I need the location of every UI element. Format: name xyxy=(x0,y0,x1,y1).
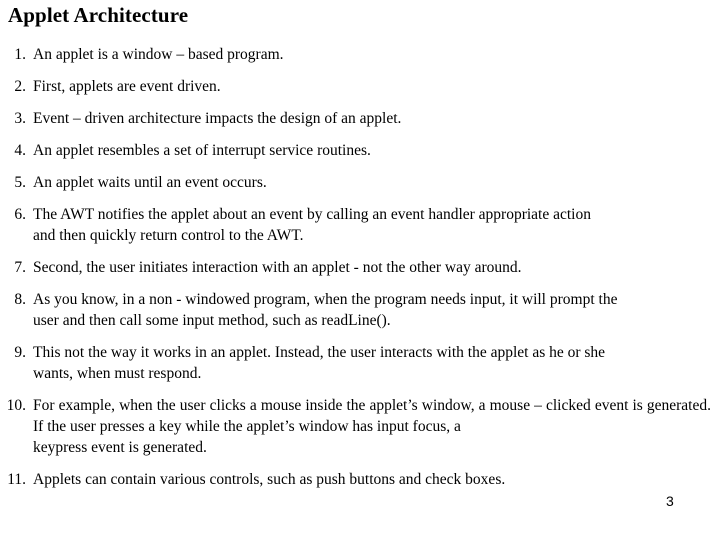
page-number: 3 xyxy=(666,493,674,509)
list-item-number: 8. xyxy=(14,291,26,308)
list-item-text: An applet resembles a set of interrupt s… xyxy=(33,142,371,159)
list-item-text: As you know, in a non - windowed program… xyxy=(26,289,720,331)
list-item: 5. An applet waits until an event occurs… xyxy=(0,172,720,193)
list-item-text: An applet waits until an event occurs. xyxy=(33,174,267,191)
list-item-text-head: This not the way it works in an applet. … xyxy=(33,344,606,361)
list-item-number: 7. xyxy=(14,259,26,276)
list-item-text: An applet is a window – based program. xyxy=(33,46,284,63)
list-item: 6. The AWT notifies the applet about an … xyxy=(0,204,720,246)
numbered-list: 1. An applet is a window – based program… xyxy=(0,44,720,501)
list-item-number: 5. xyxy=(14,174,26,191)
list-item-number: 9. xyxy=(14,344,26,361)
list-item-text-head: The AWT notifies the applet about an eve… xyxy=(33,206,591,223)
list-item: 9. This not the way it works in an apple… xyxy=(0,342,720,384)
list-item-text: First, applets are event driven. xyxy=(33,78,221,95)
page-title: Applet Architecture xyxy=(8,3,189,27)
list-item-number: 6. xyxy=(14,206,26,223)
list-item: 1. An applet is a window – based program… xyxy=(0,44,720,65)
list-item-number: 10. xyxy=(6,397,26,414)
list-item-number: 2. xyxy=(14,78,26,95)
list-item: 3. Event – driven architecture impacts t… xyxy=(0,108,720,129)
list-item-number: 1. xyxy=(14,46,26,63)
list-item: 11. Applets can contain various controls… xyxy=(0,469,720,490)
list-item-number: 4. xyxy=(14,142,26,159)
list-item-text: For example, when the user clicks a mous… xyxy=(26,395,720,458)
list-item-text-head: As you know, in a non - windowed program… xyxy=(33,291,618,308)
list-item-text-tail: keypress event is generated. xyxy=(33,439,207,456)
list-item-text: Event – driven architecture impacts the … xyxy=(33,110,402,127)
list-item-text: Applets can contain various controls, su… xyxy=(33,471,506,488)
list-item-text-tail: user and then call some input method, su… xyxy=(33,312,391,329)
list-item: 7. Second, the user initiates interactio… xyxy=(0,257,720,278)
slide-canvas: Applet Architecture 1. An applet is a wi… xyxy=(0,0,720,540)
list-item: 8. As you know, in a non - windowed prog… xyxy=(0,289,720,331)
list-item-text: This not the way it works in an applet. … xyxy=(26,342,720,384)
list-item: 4. An applet resembles a set of interrup… xyxy=(0,140,720,161)
list-item-number: 3. xyxy=(14,110,26,127)
list-item: 10. For example, when the user clicks a … xyxy=(0,395,720,458)
list-item-number: 11. xyxy=(7,471,26,488)
list-item-text: Second, the user initiates interaction w… xyxy=(33,259,522,276)
list-item: 2. First, applets are event driven. xyxy=(0,76,720,97)
list-item-text-tail: and then quickly return control to the A… xyxy=(33,227,304,244)
list-item-text-tail: wants, when must respond. xyxy=(33,365,202,382)
list-item-text-head: For example, when the user clicks a mous… xyxy=(33,397,711,435)
list-item-text: The AWT notifies the applet about an eve… xyxy=(26,204,720,246)
